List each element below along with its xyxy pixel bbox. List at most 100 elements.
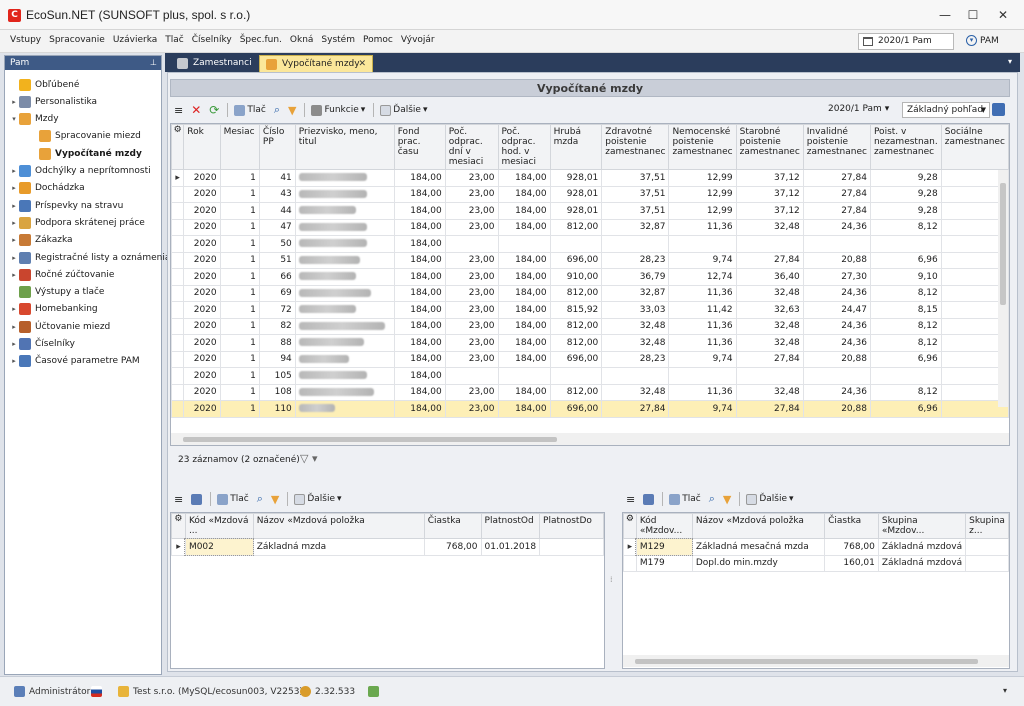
table-cell[interactable]: 23,00 (444, 301, 499, 319)
table-cell[interactable]: 184,00 (497, 218, 551, 236)
table-cell[interactable]: 1 (219, 367, 260, 385)
table-cell[interactable]: Matúšová Ľudmila (294, 301, 395, 319)
table-row[interactable]: 20201110Fiala Ivan184,0023,00184,00696,0… (171, 400, 1009, 418)
table-cell[interactable]: 27,84 (802, 185, 871, 203)
table-cell[interactable]: 184,00 (393, 350, 446, 368)
nav-item[interactable]: Výstupy a tlače (9, 284, 104, 301)
row-indicator-header[interactable]: ⚙ (171, 124, 185, 170)
table-cell[interactable]: Dopl.do min.mzdy (691, 554, 826, 572)
nav-item[interactable]: Obľúbené (9, 76, 79, 93)
table-cell[interactable]: 184,00 (393, 301, 446, 319)
column-header[interactable]: Zdravotné poistenie zamestnanec (601, 124, 670, 170)
table-cell[interactable]: 910,00 (549, 268, 603, 286)
column-header[interactable]: Poč. odprac. hod. v mesiaci (497, 124, 551, 170)
table-cell[interactable]: 23,00 (444, 202, 499, 220)
more-menu[interactable]: Ďalšie ▾ (294, 493, 342, 505)
tab-list-dropdown-icon[interactable]: ▾ (1008, 57, 1012, 66)
table-cell[interactable]: 23,00 (444, 268, 499, 286)
table-cell[interactable]: Dolešal Ján Ing. (294, 268, 395, 286)
table-cell[interactable]: 32,48 (735, 284, 804, 302)
status-database[interactable]: Test s.r.o. (MySQL/ecosun003, V2253) (118, 686, 303, 697)
pin-icon[interactable]: ⊥ (150, 56, 157, 70)
table-cell[interactable]: 32,87 (601, 218, 670, 236)
table-cell[interactable]: 184,00 (393, 268, 446, 286)
table-cell[interactable]: 24,36 (802, 334, 871, 352)
table-cell[interactable]: 2020 (183, 334, 221, 352)
table-cell[interactable]: 33,03 (601, 301, 670, 319)
table-cell[interactable]: Kustra Norbert Ing. (294, 185, 395, 203)
nav-item[interactable]: ▾ Mzdy (9, 111, 59, 128)
table-cell[interactable]: 24,36 (802, 317, 871, 335)
table-cell[interactable]: 184,00 (393, 400, 446, 418)
table-cell[interactable]: 6,96 (869, 350, 942, 368)
table-cell[interactable]: 184,00 (393, 334, 446, 352)
table-cell[interactable]: 88 (258, 334, 296, 352)
table-cell[interactable]: Mirosla Dragan Ing. (294, 235, 395, 253)
table-cell[interactable]: 2020 (183, 251, 221, 269)
vertical-scroll-thumb[interactable] (1000, 183, 1006, 305)
table-cell[interactable]: 12,74 (668, 268, 737, 286)
more-menu[interactable]: Ďalšie ▾ (380, 104, 428, 116)
table-cell[interactable]: 32,48 (735, 218, 804, 236)
table-cell[interactable]: 2020 (183, 383, 221, 401)
table-cell[interactable]: 108 (258, 383, 296, 401)
table-cell[interactable]: 36,79 (601, 268, 670, 286)
table-cell[interactable]: 928,01 (549, 169, 603, 187)
table-cell[interactable]: 01.01.2018 (480, 538, 541, 556)
table-cell[interactable]: 82 (258, 317, 296, 335)
table-cell[interactable]: 24,36 (802, 383, 871, 401)
menu-item[interactable]: Vstupy (6, 35, 45, 45)
table-cell[interactable] (735, 367, 804, 385)
table-cell[interactable]: 812,00 (549, 284, 603, 302)
table-cell[interactable]: Majchrák Pavol Ing. (294, 367, 395, 385)
table-cell[interactable]: 23,00 (444, 185, 499, 203)
table-cell[interactable]: 2020 (183, 218, 221, 236)
table-cell[interactable]: 27,84 (802, 202, 871, 220)
nav-item[interactable]: ▸ Príspevky na stravu (9, 197, 123, 214)
table-cell[interactable] (668, 367, 737, 385)
table-cell[interactable]: M179 (635, 554, 693, 572)
column-header[interactable]: Priezvisko, meno, titul (294, 124, 395, 170)
close-window-button[interactable]: ✕ (992, 6, 1014, 24)
table-cell[interactable] (802, 367, 871, 385)
table-cell[interactable]: 27,84 (735, 400, 804, 418)
filter-icon[interactable]: ▼ (271, 493, 279, 506)
nav-item[interactable]: ▸ Homebanking (9, 301, 98, 318)
table-cell[interactable] (869, 235, 942, 253)
table-cell[interactable]: 184,00 (497, 268, 551, 286)
table-row[interactable]: 2020147Dušeková Ivana Ing. 184,0023,00184… (171, 218, 1009, 236)
table-cell[interactable]: 8,15 (869, 301, 942, 319)
table-cell[interactable]: Tichoňová Adriana (294, 251, 395, 269)
table-row[interactable]: M179 Dopl.do min.mzdy 160,01 Základná mzdov… (623, 554, 1009, 572)
table-cell[interactable] (444, 235, 499, 253)
nav-item[interactable]: ▸ Odchýlky a neprítomnosti (9, 163, 151, 180)
print-button[interactable]: Tlač (669, 493, 701, 505)
table-cell[interactable]: 20,88 (802, 350, 871, 368)
table-cell[interactable]: 812,00 (549, 383, 603, 401)
table-cell[interactable]: 1 (219, 218, 260, 236)
table-cell[interactable]: 768,00 (824, 538, 879, 556)
table-cell[interactable]: 1 (219, 202, 260, 220)
column-header[interactable]: Invalidné poistenie zamestnanec (802, 124, 871, 170)
table-cell[interactable]: 9,28 (869, 185, 942, 203)
table-cell[interactable]: 27,84 (735, 350, 804, 368)
nav-item[interactable]: ▸ Zákazka (9, 232, 73, 249)
table-cell[interactable]: 1 (219, 235, 260, 253)
table-cell[interactable]: 32,48 (735, 334, 804, 352)
table-row[interactable]: 20201105Majchrák Pavol Ing. 184,00 (171, 367, 1009, 385)
table-cell[interactable]: 696,00 (549, 400, 603, 418)
table-cell[interactable]: 184,00 (497, 169, 551, 187)
table-cell[interactable]: 2020 (183, 202, 221, 220)
table-cell[interactable]: 184,00 (497, 350, 551, 368)
table-cell[interactable]: 23,00 (444, 251, 499, 269)
table-cell[interactable]: 23,00 (444, 334, 499, 352)
table-cell[interactable]: Valentíny František Mgr. (294, 317, 395, 335)
filter-icon[interactable]: ▼ (723, 493, 731, 506)
column-header[interactable]: Čiastka (423, 513, 482, 539)
table-row[interactable]: ▸ M002 Základná mzda 768,00 01.01.2018 (171, 537, 604, 556)
table-cell[interactable]: 6,96 (869, 251, 942, 269)
table-cell[interactable]: 8,12 (869, 284, 942, 302)
table-cell[interactable]: 32,48 (735, 383, 804, 401)
table-cell[interactable]: 11,36 (668, 334, 737, 352)
table-cell[interactable]: 2020 (183, 317, 221, 335)
